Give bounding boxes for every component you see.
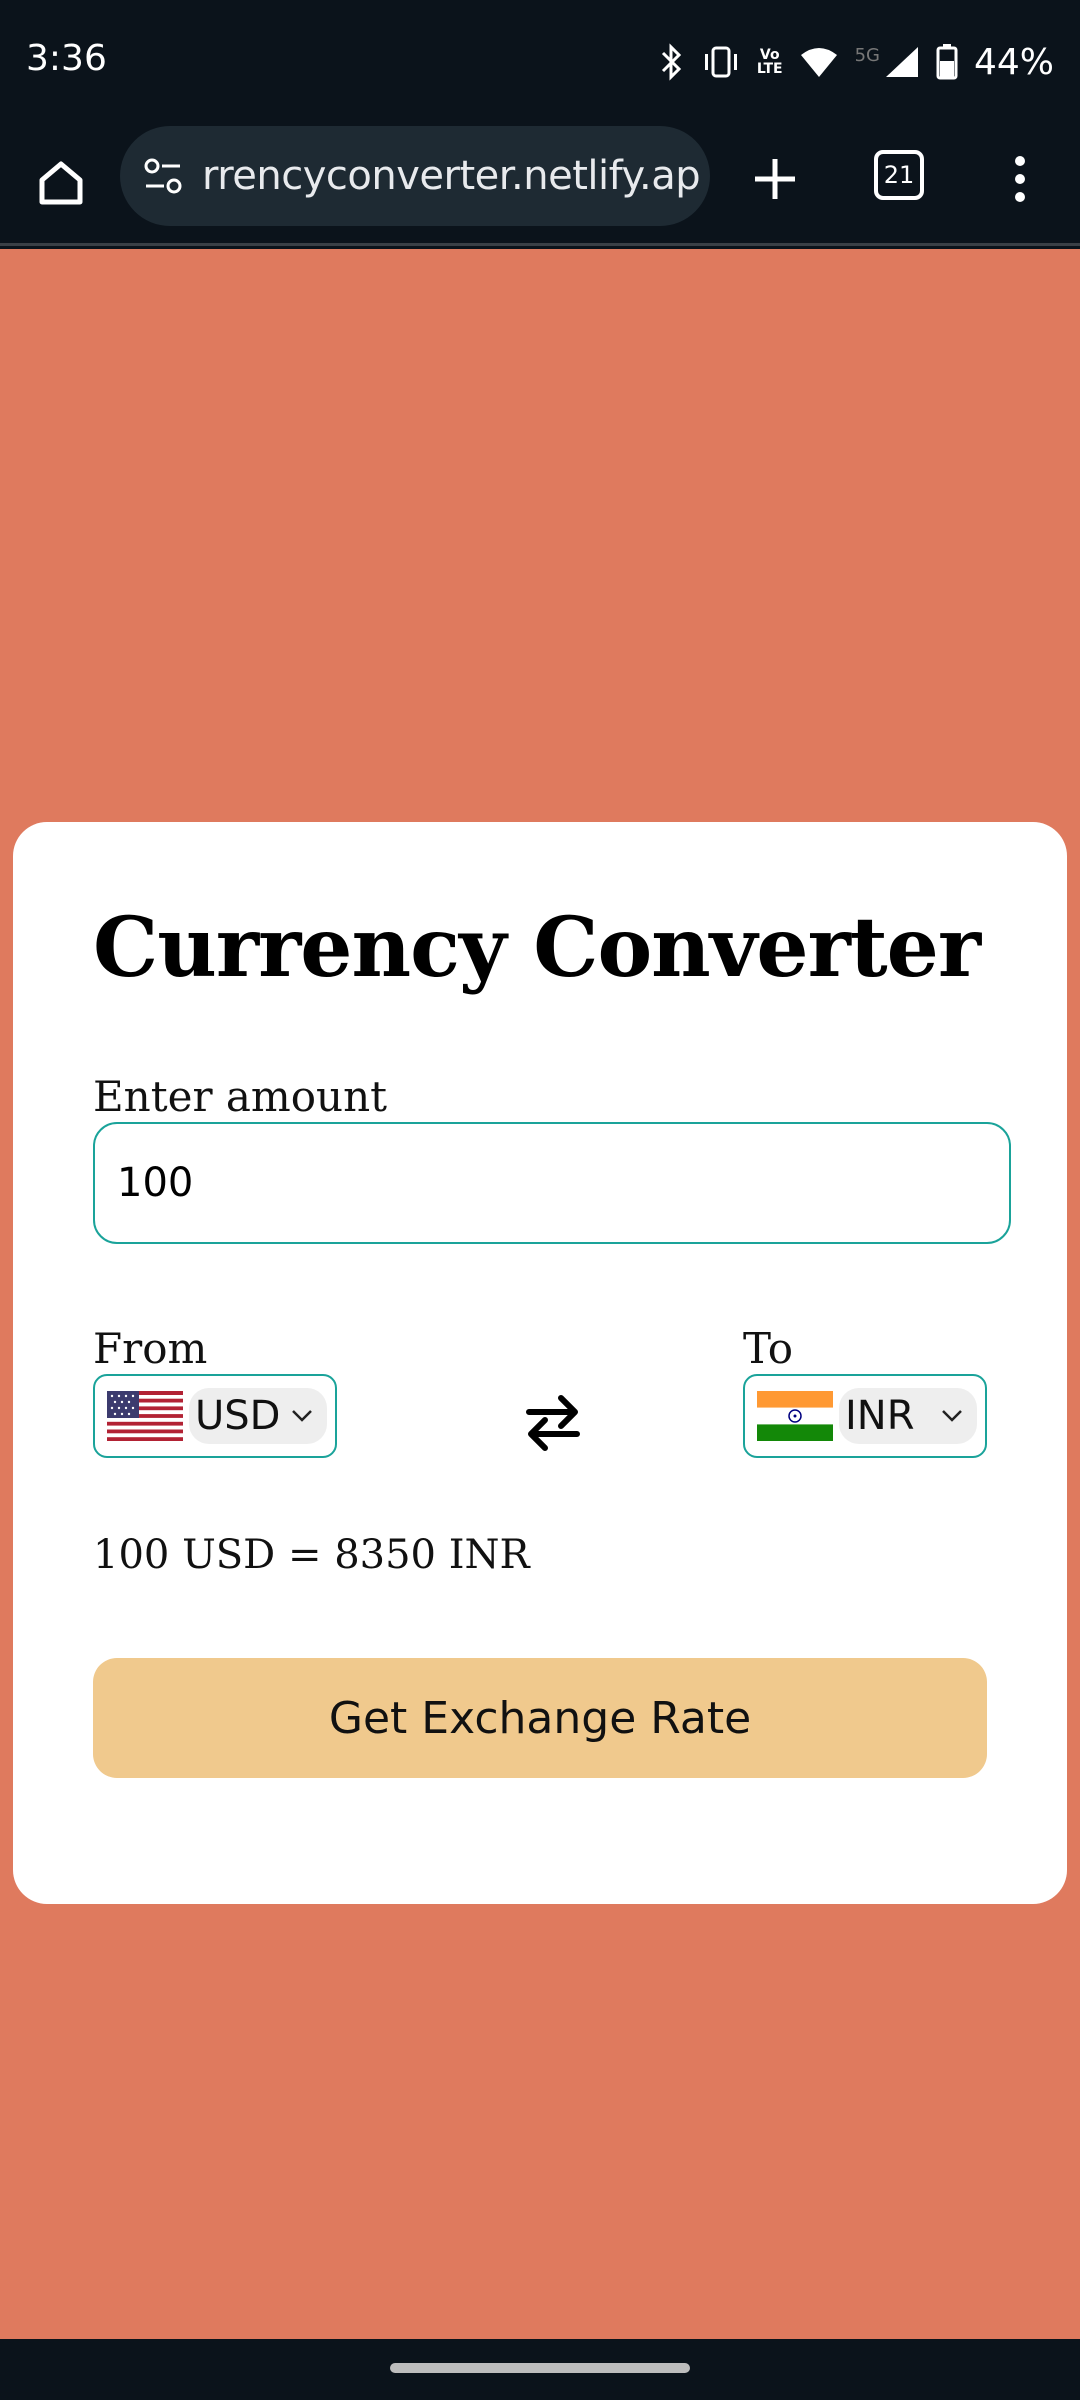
new-tab-button[interactable] xyxy=(742,146,808,212)
home-button[interactable] xyxy=(28,150,94,216)
from-label: From xyxy=(93,1324,208,1373)
battery-icon xyxy=(936,44,958,80)
tab-count: 21 xyxy=(883,161,915,189)
browser-toolbar: rrencyconverter.netlify.app 21 xyxy=(0,124,1080,246)
tune-icon[interactable] xyxy=(140,153,186,199)
bluetooth-icon xyxy=(661,43,681,81)
volte-lte-badge: Vo LTE xyxy=(756,47,783,77)
get-exchange-rate-button[interactable]: Get Exchange Rate xyxy=(93,1658,987,1778)
india-flag-icon xyxy=(757,1391,833,1441)
url-text: rrencyconverter.netlify.app xyxy=(202,153,702,199)
us-flag-icon xyxy=(107,1391,183,1441)
status-bar: 3:36 Vo LTE 5G 44% xyxy=(0,0,1080,124)
battery-percent: 44% xyxy=(973,41,1054,83)
status-icons: Vo LTE 5G 44% xyxy=(659,38,1054,86)
from-currency-select[interactable]: USD xyxy=(93,1374,337,1458)
from-currency-dropdown[interactable]: USD xyxy=(189,1388,327,1444)
to-currency-dropdown[interactable]: INR xyxy=(839,1388,977,1444)
signal-icon xyxy=(885,47,918,77)
gesture-handle[interactable] xyxy=(390,2363,690,2373)
wifi-icon xyxy=(800,48,837,77)
status-time: 3:36 xyxy=(26,38,107,79)
home-icon xyxy=(39,161,83,205)
converter-card: Currency Converter Enter amount From xyxy=(13,822,1067,1904)
amount-input[interactable] xyxy=(93,1122,1011,1244)
chevron-down-icon xyxy=(942,1410,962,1422)
from-currency-code: USD xyxy=(195,1393,281,1439)
address-bar[interactable]: rrencyconverter.netlify.app xyxy=(120,126,710,226)
exchange-result: 100 USD = 8350 INR xyxy=(93,1532,530,1578)
to-currency-code: INR xyxy=(845,1393,915,1439)
to-label: To xyxy=(743,1324,794,1373)
swap-currencies-icon[interactable] xyxy=(508,1377,598,1467)
chevron-down-icon xyxy=(292,1410,312,1422)
navigation-bar xyxy=(0,2339,1080,2400)
tabs-icon[interactable]: 21 xyxy=(874,150,924,200)
more-vert-icon[interactable] xyxy=(998,146,1042,212)
page-content: Currency Converter Enter amount From xyxy=(0,249,1080,2339)
network-5g-badge: 5G xyxy=(854,44,880,66)
vibrate-icon xyxy=(704,46,737,78)
amount-label: Enter amount xyxy=(93,1072,387,1121)
to-currency-select[interactable]: INR xyxy=(743,1374,987,1458)
plus-icon xyxy=(755,159,795,199)
page-title: Currency Converter xyxy=(93,900,981,996)
